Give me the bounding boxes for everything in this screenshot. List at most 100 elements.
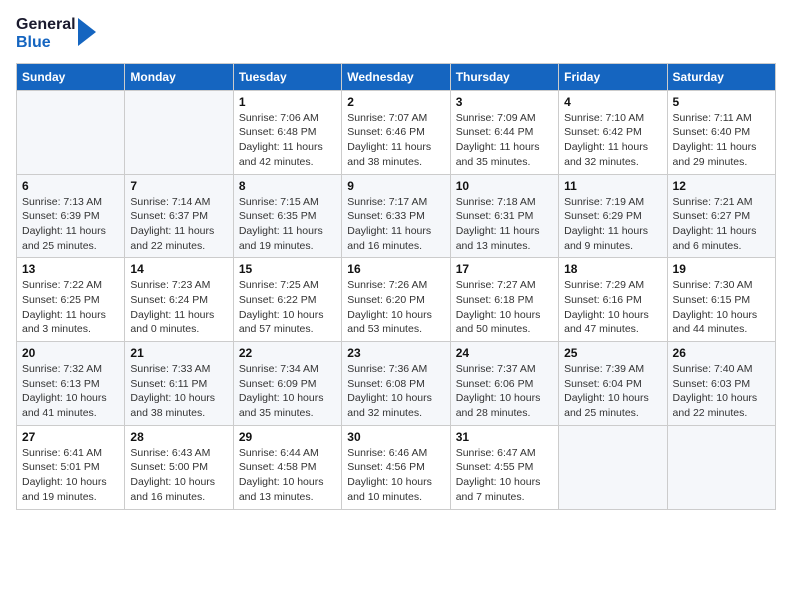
calendar-cell: 20 Sunrise: 7:32 AM Sunset: 6:13 PM Dayli… xyxy=(17,342,125,426)
weekday-header: Thursday xyxy=(450,63,558,90)
calendar-cell: 1Sunrise: 7:06 AM Sunset: 6:48 PM Daylig… xyxy=(233,90,341,174)
calendar-week-row: 1Sunrise: 7:06 AM Sunset: 6:48 PM Daylig… xyxy=(17,90,776,174)
day-info: Sunrise: 7:09 AM Sunset: 6:44 PM Dayligh… xyxy=(456,111,553,170)
calendar-cell: 8 Sunrise: 7:15 AM Sunset: 6:35 PM Daylig… xyxy=(233,174,341,258)
calendar-cell: 6Sunrise: 7:13 AM Sunset: 6:39 PM Daylig… xyxy=(17,174,125,258)
day-number: 16 xyxy=(347,262,444,276)
logo-container: General Blue xyxy=(16,16,96,53)
calendar-cell: 18 Sunrise: 7:29 AM Sunset: 6:16 PM Dayli… xyxy=(559,258,667,342)
day-info: Sunrise: 6:43 AM Sunset: 5:00 PM Dayligh… xyxy=(130,446,227,505)
day-number: 12 xyxy=(673,179,770,193)
calendar-cell: 9Sunrise: 7:17 AM Sunset: 6:33 PM Daylig… xyxy=(342,174,450,258)
day-info: Sunrise: 6:41 AM Sunset: 5:01 PM Dayligh… xyxy=(22,446,119,505)
calendar-cell: 31 Sunrise: 6:47 AM Sunset: 4:55 PM Dayli… xyxy=(450,425,558,509)
day-info: Sunrise: 7:13 AM Sunset: 6:39 PM Dayligh… xyxy=(22,195,119,254)
day-number: 17 xyxy=(456,262,553,276)
day-number: 22 xyxy=(239,346,336,360)
day-number: 23 xyxy=(347,346,444,360)
day-info: Sunrise: 7:34 AM Sunset: 6:09 PM Dayligh… xyxy=(239,362,336,421)
day-number: 8 xyxy=(239,179,336,193)
weekday-header: Sunday xyxy=(17,63,125,90)
day-info: Sunrise: 6:46 AM Sunset: 4:56 PM Dayligh… xyxy=(347,446,444,505)
day-info: Sunrise: 7:32 AM Sunset: 6:13 PM Dayligh… xyxy=(22,362,119,421)
day-info: Sunrise: 7:15 AM Sunset: 6:35 PM Dayligh… xyxy=(239,195,336,254)
calendar-cell: 15 Sunrise: 7:25 AM Sunset: 6:22 PM Dayli… xyxy=(233,258,341,342)
day-number: 20 xyxy=(22,346,119,360)
day-info: Sunrise: 7:21 AM Sunset: 6:27 PM Dayligh… xyxy=(673,195,770,254)
day-number: 25 xyxy=(564,346,661,360)
day-info: Sunrise: 7:17 AM Sunset: 6:33 PM Dayligh… xyxy=(347,195,444,254)
calendar-cell: 27 Sunrise: 6:41 AM Sunset: 5:01 PM Dayli… xyxy=(17,425,125,509)
day-number: 21 xyxy=(130,346,227,360)
calendar-cell: 5Sunrise: 7:11 AM Sunset: 6:40 PM Daylig… xyxy=(667,90,775,174)
calendar-cell: 22 Sunrise: 7:34 AM Sunset: 6:09 PM Dayli… xyxy=(233,342,341,426)
calendar-cell: 28Sunrise: 6:43 AM Sunset: 5:00 PM Dayli… xyxy=(125,425,233,509)
day-number: 19 xyxy=(673,262,770,276)
calendar-cell xyxy=(559,425,667,509)
calendar-cell: 14Sunrise: 7:23 AM Sunset: 6:24 PM Dayli… xyxy=(125,258,233,342)
day-number: 18 xyxy=(564,262,661,276)
day-info: Sunrise: 7:22 AM Sunset: 6:25 PM Dayligh… xyxy=(22,278,119,337)
day-number: 26 xyxy=(673,346,770,360)
logo-general: General xyxy=(16,16,76,34)
day-info: Sunrise: 6:47 AM Sunset: 4:55 PM Dayligh… xyxy=(456,446,553,505)
day-number: 27 xyxy=(22,430,119,444)
calendar-cell: 13 Sunrise: 7:22 AM Sunset: 6:25 PM Dayli… xyxy=(17,258,125,342)
day-number: 2 xyxy=(347,95,444,109)
calendar-week-row: 6Sunrise: 7:13 AM Sunset: 6:39 PM Daylig… xyxy=(17,174,776,258)
day-info: Sunrise: 7:40 AM Sunset: 6:03 PM Dayligh… xyxy=(673,362,770,421)
day-info: Sunrise: 7:36 AM Sunset: 6:08 PM Dayligh… xyxy=(347,362,444,421)
day-info: Sunrise: 7:10 AM Sunset: 6:42 PM Dayligh… xyxy=(564,111,661,170)
calendar-cell xyxy=(17,90,125,174)
calendar-cell: 17Sunrise: 7:27 AM Sunset: 6:18 PM Dayli… xyxy=(450,258,558,342)
day-number: 24 xyxy=(456,346,553,360)
calendar-table: SundayMondayTuesdayWednesdayThursdayFrid… xyxy=(16,63,776,510)
day-info: Sunrise: 7:23 AM Sunset: 6:24 PM Dayligh… xyxy=(130,278,227,337)
calendar-cell: 25 Sunrise: 7:39 AM Sunset: 6:04 PM Dayli… xyxy=(559,342,667,426)
calendar-cell: 29Sunrise: 6:44 AM Sunset: 4:58 PM Dayli… xyxy=(233,425,341,509)
logo-arrow-icon xyxy=(78,18,96,46)
weekday-header: Friday xyxy=(559,63,667,90)
weekday-header: Saturday xyxy=(667,63,775,90)
weekday-header: Monday xyxy=(125,63,233,90)
day-number: 10 xyxy=(456,179,553,193)
day-number: 30 xyxy=(347,430,444,444)
calendar-header-row: SundayMondayTuesdayWednesdayThursdayFrid… xyxy=(17,63,776,90)
calendar-week-row: 13 Sunrise: 7:22 AM Sunset: 6:25 PM Dayli… xyxy=(17,258,776,342)
day-number: 4 xyxy=(564,95,661,109)
calendar-week-row: 27 Sunrise: 6:41 AM Sunset: 5:01 PM Dayli… xyxy=(17,425,776,509)
day-info: Sunrise: 7:18 AM Sunset: 6:31 PM Dayligh… xyxy=(456,195,553,254)
day-number: 3 xyxy=(456,95,553,109)
day-info: Sunrise: 7:33 AM Sunset: 6:11 PM Dayligh… xyxy=(130,362,227,421)
day-info: Sunrise: 7:06 AM Sunset: 6:48 PM Dayligh… xyxy=(239,111,336,170)
day-info: Sunrise: 7:14 AM Sunset: 6:37 PM Dayligh… xyxy=(130,195,227,254)
calendar-cell: 2 Sunrise: 7:07 AM Sunset: 6:46 PM Daylig… xyxy=(342,90,450,174)
calendar-cell: 23 Sunrise: 7:36 AM Sunset: 6:08 PM Dayli… xyxy=(342,342,450,426)
calendar-cell: 10 Sunrise: 7:18 AM Sunset: 6:31 PM Dayli… xyxy=(450,174,558,258)
day-info: Sunrise: 7:39 AM Sunset: 6:04 PM Dayligh… xyxy=(564,362,661,421)
day-number: 11 xyxy=(564,179,661,193)
day-info: Sunrise: 7:25 AM Sunset: 6:22 PM Dayligh… xyxy=(239,278,336,337)
weekday-header: Wednesday xyxy=(342,63,450,90)
calendar-cell xyxy=(667,425,775,509)
day-number: 29 xyxy=(239,430,336,444)
day-info: Sunrise: 7:30 AM Sunset: 6:15 PM Dayligh… xyxy=(673,278,770,337)
calendar-cell: 7 Sunrise: 7:14 AM Sunset: 6:37 PM Daylig… xyxy=(125,174,233,258)
calendar-cell: 30 Sunrise: 6:46 AM Sunset: 4:56 PM Dayli… xyxy=(342,425,450,509)
calendar-cell: 19 Sunrise: 7:30 AM Sunset: 6:15 PM Dayli… xyxy=(667,258,775,342)
day-number: 31 xyxy=(456,430,553,444)
day-info: Sunrise: 7:07 AM Sunset: 6:46 PM Dayligh… xyxy=(347,111,444,170)
calendar-cell xyxy=(125,90,233,174)
logo-blue: Blue xyxy=(16,34,76,52)
day-number: 7 xyxy=(130,179,227,193)
logo: General Blue xyxy=(16,16,96,53)
day-number: 15 xyxy=(239,262,336,276)
calendar-cell: 11Sunrise: 7:19 AM Sunset: 6:29 PM Dayli… xyxy=(559,174,667,258)
calendar-cell: 3 Sunrise: 7:09 AM Sunset: 6:44 PM Daylig… xyxy=(450,90,558,174)
day-number: 13 xyxy=(22,262,119,276)
day-number: 5 xyxy=(673,95,770,109)
calendar-cell: 16 Sunrise: 7:26 AM Sunset: 6:20 PM Dayli… xyxy=(342,258,450,342)
weekday-header: Tuesday xyxy=(233,63,341,90)
day-info: Sunrise: 7:26 AM Sunset: 6:20 PM Dayligh… xyxy=(347,278,444,337)
day-info: Sunrise: 7:29 AM Sunset: 6:16 PM Dayligh… xyxy=(564,278,661,337)
